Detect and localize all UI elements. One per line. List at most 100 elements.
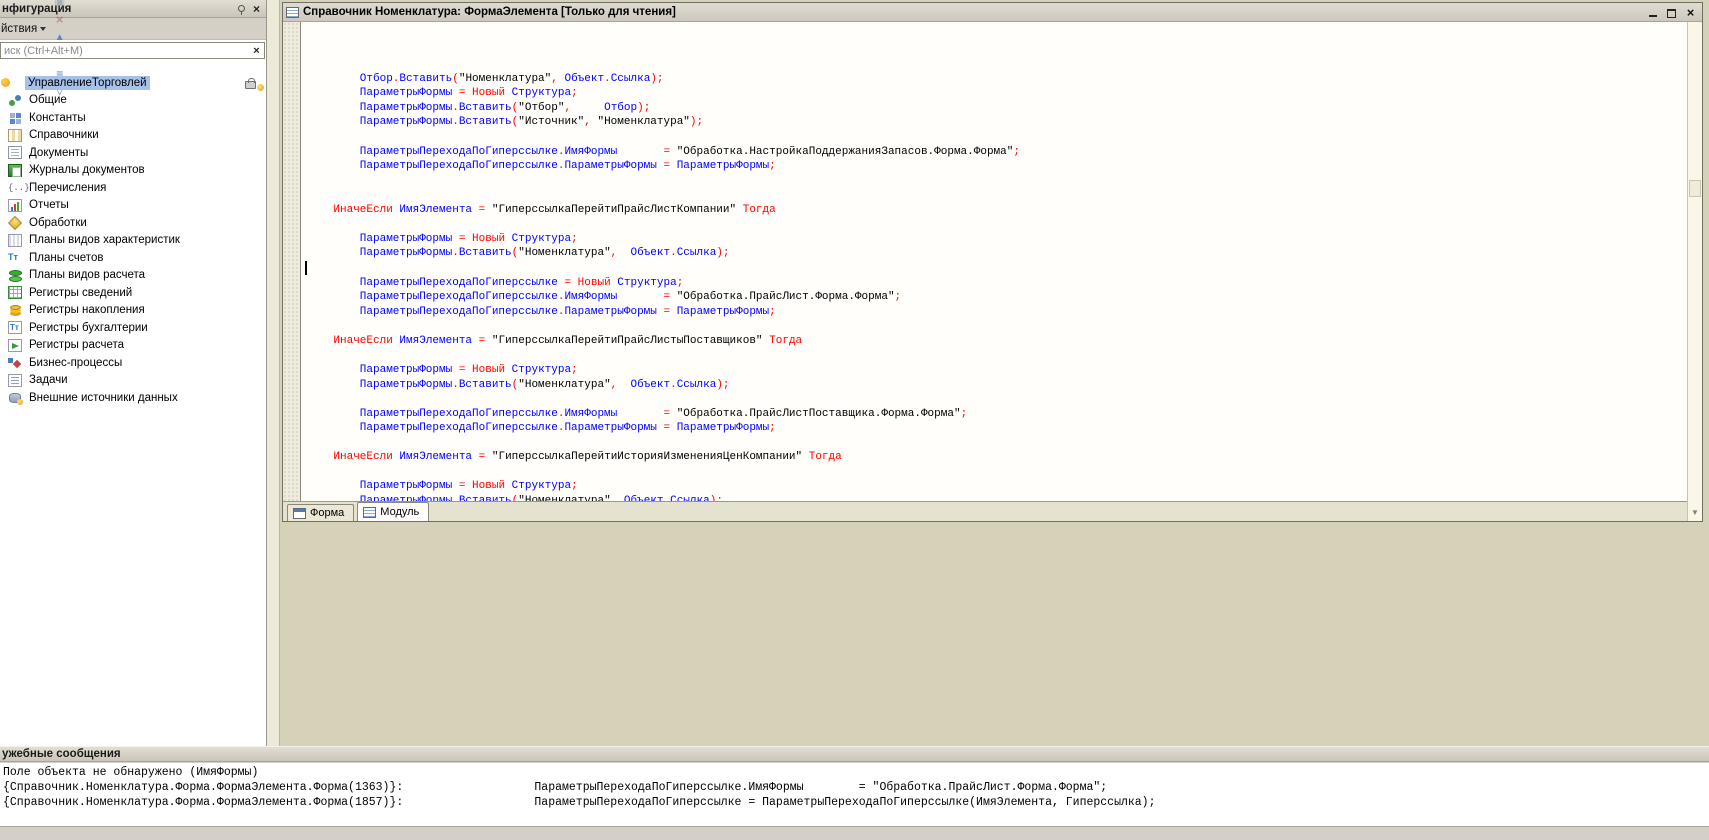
tree-item[interactable]: Перечисления [0,179,266,197]
code-line: ИначеЕсли ИмяЭлемента = "ГиперссылкаПере… [302,334,1687,349]
tree-item[interactable]: Документы [0,144,266,162]
tree-item[interactable]: Журналы документов [0,162,266,180]
lock-icon [245,81,256,89]
tree-item-label: Планы видов расчета [26,268,148,282]
service-messages-title: ужебные сообщения [2,748,121,760]
actions-menu-button[interactable]: йствия [1,23,50,35]
message-line[interactable]: Поле объекта не обнаружено (ИмяФормы) [3,765,1709,780]
code-line: ИначеЕсли ИмяЭлемента = "ГиперссылкаПере… [302,203,1687,218]
code-line: Отбор.Вставить("Номенклатура", Объект.Сс… [302,72,1687,87]
code-line [302,348,1687,363]
tree-item-label: Обработки [26,216,90,230]
code-line: ПараметрыФормы = Новый Структура; [302,86,1687,101]
configuration-tree[interactable]: УправлениеТорговлей ОбщиеКонстанты Справоч… [0,60,266,407]
tree-item[interactable]: Планы видов расчета [0,267,266,285]
configuration-panel-titlebar: нфигурация × [0,0,266,18]
service-messages-panel: ужебные сообщения Поле объекта не обнару… [0,746,1709,840]
tab-форма[interactable]: Форма [287,504,354,521]
document-journals-icon [8,164,22,177]
tree-item-label: Бизнес-процессы [26,356,125,370]
tree-item[interactable]: Общие [0,92,266,110]
tree-item-label: Справочники [26,128,102,142]
message-line[interactable]: {Справочник.Номенклатура.Форма.ФормаЭлем… [3,780,1709,795]
information-registers-icon [8,286,22,299]
scroll-down-icon[interactable]: ▼ [1689,506,1701,519]
minimize-button[interactable] [1644,5,1661,19]
tree-item[interactable]: Планы счетов [0,249,266,267]
calculation-types-icon [8,269,22,282]
tree-item[interactable]: Регистры бухгалтерии [0,319,266,337]
code-line: ПараметрыФормы.Вставить("Отбор", Отбор); [302,101,1687,116]
status-dot-icon [257,84,264,91]
editor-window-titlebar[interactable]: Справочник Номенклатура: ФормаЭлемента [… [283,3,1702,22]
close-button[interactable]: × [1682,5,1699,19]
tree-item[interactable]: УправлениеТорговлей [0,74,266,92]
tree-item-label: Отчеты [26,198,72,212]
enums-icon [8,181,22,194]
vertical-scrollbar[interactable]: ▼ [1687,22,1702,521]
vertical-splitter[interactable] [267,0,280,746]
accumulation-registers-icon [8,304,22,317]
code-editor[interactable]: Отбор.Вставить("Номенклатура", Объект.Сс… [302,22,1687,501]
delete-button[interactable]: × [50,11,69,29]
service-messages-list[interactable]: Поле объекта не обнаружено (ИмяФормы){Сп… [0,763,1709,827]
code-line: ПараметрыПереходаПоГиперссылке.Параметры… [302,421,1687,436]
tree-item[interactable]: Регистры сведений [0,284,266,302]
tree-item[interactable]: Отчеты [0,197,266,215]
actions-label: йствия [1,23,37,35]
pin-icon[interactable] [235,3,247,15]
module-tab-icon [363,507,376,518]
tree-item-label: Перечисления [26,181,109,195]
chevron-down-icon [40,27,46,31]
tree-item[interactable]: Константы [0,109,266,127]
editor-gutter [283,22,301,501]
code-line: ПараметрыПереходаПоГиперссылке.Параметры… [302,305,1687,320]
tree-item-label: Регистры сведений [26,286,135,300]
tree-item[interactable]: Планы видов характеристик [0,232,266,250]
reports-icon [8,199,22,212]
code-line: ПараметрыПереходаПоГиперссылке.Параметры… [302,159,1687,174]
code-line [302,261,1687,276]
configuration-panel: нфигурация × йствия +✎▣×▲▼≡▽ × Управлени… [0,0,267,746]
search-box[interactable]: × [0,42,265,59]
tree-item[interactable]: Бизнес-процессы [0,354,266,372]
tab-модуль[interactable]: Модуль [357,502,429,521]
tree-item-label: Планы счетов [26,251,106,265]
close-panel-icon[interactable]: × [250,2,263,15]
code-line [302,174,1687,189]
copy-button[interactable]: ▣ [50,0,69,11]
tree-item-label: Задачи [26,373,71,387]
tree-item[interactable]: Обработки [0,214,266,232]
code-line: ПараметрыПереходаПоГиперссылке.ИмяФормы … [302,145,1687,160]
form-tab-icon [293,508,306,519]
tree-item[interactable]: Регистры накопления [0,302,266,320]
code-line [302,130,1687,145]
tree-item-label: Журналы документов [26,163,148,177]
code-line [302,319,1687,334]
tree-item[interactable]: Справочники [0,127,266,145]
tree-item-label: Константы [26,111,89,125]
tree-item-label: УправлениеТорговлей [25,76,150,90]
tree-item-label: Внешние источники данных [26,391,181,405]
code-line: ПараметрыФормы.Вставить("Источник", "Ном… [302,115,1687,130]
code-line: ПараметрыПереходаПоГиперссылке.ИмяФормы … [302,407,1687,422]
business-processes-icon [8,356,22,369]
code-line: ПараметрыПереходаПоГиперссылке = Новый С… [302,276,1687,291]
scrollbar-thumb[interactable] [1689,180,1701,197]
maximize-button[interactable] [1663,5,1680,19]
data-processors-icon [8,216,22,229]
search-input[interactable] [1,43,264,58]
tree-item[interactable]: Внешние источники данных [0,389,266,407]
tree-item[interactable]: Задачи [0,372,266,390]
editor-window-body: Отбор.Вставить("Номенклатура", Объект.Сс… [283,22,1702,521]
tree-item-label: Документы [26,146,91,160]
chart-of-accounts-icon [8,251,22,264]
external-data-sources-icon [8,391,22,404]
code-line: ПараметрыФормы.Вставить("Номенклатура", … [302,246,1687,261]
constants-icon [8,111,22,124]
editor-window: Справочник Номенклатура: ФормаЭлемента [… [282,2,1703,522]
message-line[interactable]: {Справочник.Номенклатура.Форма.ФормаЭлем… [3,795,1709,810]
clear-search-icon[interactable]: × [250,44,263,57]
tree-item[interactable]: Регистры расчета [0,337,266,355]
configuration-toolbar: йствия +✎▣×▲▼≡▽ [0,18,266,40]
